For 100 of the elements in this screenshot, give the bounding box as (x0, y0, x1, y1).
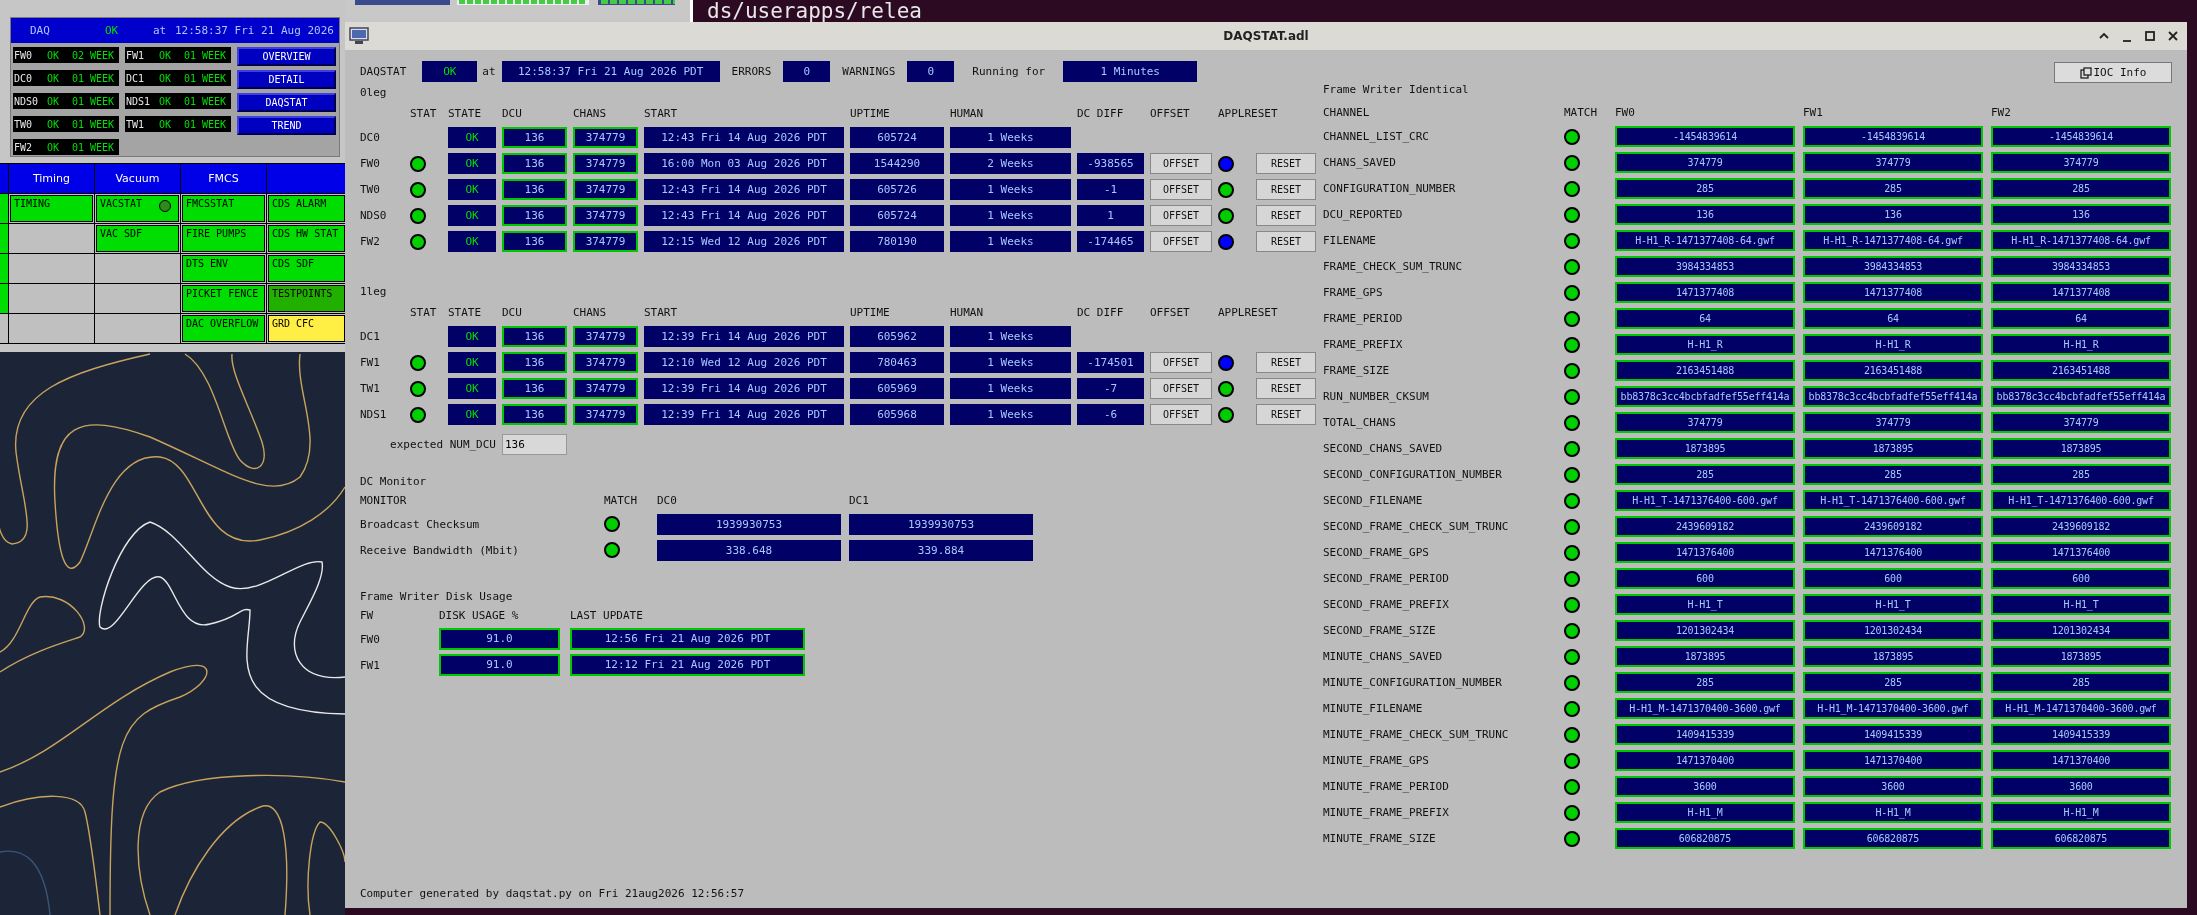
status-tile[interactable]: CDS HW STAT (268, 225, 345, 252)
node-name: TW0 (14, 118, 34, 130)
terminal-text: ds/userapps/relea (707, 0, 922, 22)
nav-button[interactable]: DETAIL (237, 70, 336, 89)
column-header: DCU (502, 106, 523, 120)
dc-diff-value: -1 (1077, 179, 1144, 200)
human-value: 1 Weeks (950, 326, 1071, 347)
offset-button[interactable]: OFFSET (1150, 205, 1212, 226)
offset-button[interactable]: OFFSET (1150, 153, 1212, 174)
channel-value: -1454839614 (1803, 126, 1983, 147)
reset-button[interactable]: RESET (1256, 231, 1316, 252)
start-value: 12:39 Fri 14 Aug 2026 PDT (644, 326, 844, 347)
node-name: DC0 (14, 72, 34, 84)
monitor-value: 1939930753 (657, 513, 841, 535)
status-tile[interactable]: TIMING (10, 195, 93, 222)
node-state: OK (159, 49, 173, 61)
reset-button[interactable]: RESET (1256, 205, 1316, 226)
human-value: 2 Weeks (950, 153, 1071, 174)
reset-button[interactable]: RESET (1256, 179, 1316, 200)
status-tile[interactable]: FMCSSTAT (182, 195, 265, 222)
nav-button[interactable]: TREND (237, 116, 336, 135)
column-header: FW2 (1991, 105, 2012, 119)
uptime-value: 605969 (850, 378, 944, 399)
channel-value: 64 (1615, 308, 1795, 329)
channel-value: 1873895 (1991, 438, 2171, 459)
reset-button[interactable]: RESET (1256, 378, 1316, 399)
dcu-value: 136 (502, 352, 567, 373)
node-age: 01 WEEK (72, 95, 116, 107)
status-tile[interactable]: FIRE PUMPS (182, 225, 265, 252)
channel-value: 1873895 (1991, 646, 2171, 667)
num-dcu-field[interactable]: 136 (502, 434, 567, 455)
channel-label: MINUTE_FILENAME (1323, 702, 1424, 715)
status-tile[interactable]: DTS ENV (182, 255, 265, 282)
dc-diff-value: -938565 (1077, 153, 1144, 174)
channel-value: H-H1_M (1991, 802, 2171, 823)
status-tile[interactable]: CDS SDF (268, 255, 345, 282)
status-tile[interactable]: VACSTAT (96, 195, 179, 222)
last-update-value: 12:56 Fri 21 Aug 2026 PDT (570, 628, 805, 650)
section-label: Frame Writer Disk Usage (360, 589, 514, 605)
footer-note: Computer generated by daqstat.py on Fri 21aug2026 12:56:57 (360, 887, 746, 900)
status-tile[interactable]: GRD CFC (268, 315, 345, 342)
channel-value: 1471376400 (1991, 542, 2171, 563)
channel-label: SECOND_CHANS_SAVED (1323, 442, 1444, 455)
nav-button[interactable]: DAQSTAT (237, 93, 336, 112)
dc-diff-value: -7 (1077, 378, 1144, 399)
chans-value: 374779 (573, 127, 638, 148)
uptime-value: 780463 (850, 352, 944, 373)
node-age: 01 WEEK (184, 49, 228, 61)
start-value: 12:43 Fri 14 Aug 2026 PDT (644, 179, 844, 200)
column-header: DC0 (657, 493, 678, 507)
channel-value: 1409415339 (1615, 724, 1795, 745)
channel-value: 136 (1991, 204, 2171, 225)
status-tile[interactable]: TESTPOINTS (268, 285, 345, 312)
channel-value: 285 (1615, 464, 1795, 485)
channel-value: H-H1_M (1615, 802, 1795, 823)
column-header: MONITOR (360, 493, 408, 507)
window-title: DAQSTAT.adl (1223, 29, 1309, 43)
offset-button[interactable]: OFFSET (1150, 404, 1212, 425)
channel-label: MINUTE_FRAME_CHECK_SUM_TRUNC (1323, 728, 1510, 741)
offset-button[interactable]: OFFSET (1150, 179, 1212, 200)
status-tile[interactable]: CDS ALARM (268, 195, 345, 222)
dcu-value: 136 (502, 127, 567, 148)
node-label: DC1 (360, 330, 381, 343)
channel-label: MINUTE_FRAME_PREFIX (1323, 806, 1450, 819)
channel-value: H-H1_R (1803, 334, 1983, 355)
channel-value: 374779 (1803, 152, 1983, 173)
channel-label: DCU_REPORTED (1323, 208, 1404, 221)
channel-label: MINUTE_CHANS_SAVED (1323, 650, 1444, 663)
channel-value: H-H1_T (1803, 594, 1983, 615)
channel-value: 64 (1803, 308, 1983, 329)
channel-value: 1201302434 (1803, 620, 1983, 641)
channel-value: H-H1_M-1471370400-3600.gwf (1615, 698, 1795, 719)
chans-value: 374779 (573, 179, 638, 200)
channel-value: 285 (1803, 672, 1983, 693)
uptime-value: 1544290 (850, 153, 944, 174)
nav-button[interactable]: OVERVIEW (237, 47, 336, 66)
status-tile[interactable]: VAC SDF (96, 225, 179, 252)
offset-button[interactable]: OFFSET (1150, 378, 1212, 399)
reset-button[interactable]: RESET (1256, 153, 1316, 174)
offset-button[interactable]: OFFSET (1150, 231, 1212, 252)
channel-value: -1454839614 (1991, 126, 2171, 147)
channel-value: 2163451488 (1803, 360, 1983, 381)
reset-button[interactable]: RESET (1256, 352, 1316, 373)
status-tile[interactable]: DAC OVERFLOW (182, 315, 265, 342)
dcu-value: 136 (502, 378, 567, 399)
uptime-value: 605726 (850, 179, 944, 200)
status-tile[interactable]: PICKET FENCE (182, 285, 265, 312)
ioc-info-button[interactable]: IOC Info (2054, 62, 2172, 83)
channel-value: 374779 (1803, 412, 1983, 433)
channel-value: 374779 (1615, 152, 1795, 173)
channel-label: MINUTE_FRAME_PERIOD (1323, 780, 1450, 793)
monitor-label: Receive Bandwidth (Mbit) (360, 543, 520, 557)
channel-value: H-H1_T (1991, 594, 2171, 615)
channel-value: 1471370400 (1803, 750, 1983, 771)
node-label: FW1 (360, 356, 381, 369)
dcu-value: 136 (502, 179, 567, 200)
maximize-button[interactable] (2142, 28, 2158, 44)
reset-button[interactable]: RESET (1256, 404, 1316, 425)
channel-value: 285 (1991, 672, 2171, 693)
offset-button[interactable]: OFFSET (1150, 352, 1212, 373)
